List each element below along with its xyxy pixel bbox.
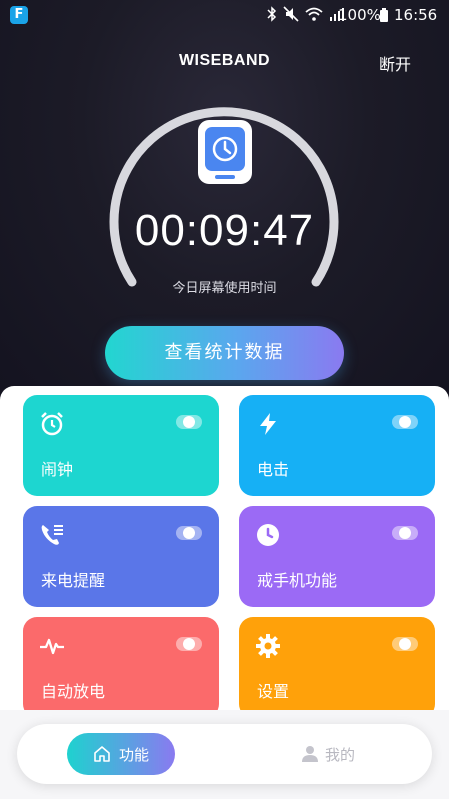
pulse-icon [40,638,64,655]
feature-label: 来电提醒 [41,571,106,590]
feature-label: 戒手机功能 [257,571,338,590]
alarm-clock-icon [41,412,63,436]
lightning-icon [260,413,276,435]
clock-icon [257,524,279,546]
toggle-switch[interactable] [176,526,202,540]
feature-card-shock[interactable]: 电击 [239,395,435,496]
toggle-switch[interactable] [392,526,418,540]
screen-time-label: 今日屏幕使用时间 [172,281,277,296]
home-icon [94,746,110,762]
feature-card-settings[interactable]: 设置 [239,617,435,718]
tab-features[interactable]: 功能 [67,733,175,775]
feature-label: 自动放电 [41,682,106,701]
tab-mine[interactable]: 我的 [297,733,407,775]
person-icon [302,746,318,762]
gear-icon [256,634,280,658]
feature-label: 闹钟 [41,460,74,479]
screen-time-value: 00:09:47 [134,206,315,255]
feature-label: 设置 [257,682,290,701]
toggle-switch[interactable] [392,637,418,651]
tab-label: 我的 [325,746,356,764]
view-stats-button[interactable]: 查看统计数据 [105,326,344,380]
feature-card-alarm[interactable]: 闹钟 [23,395,219,496]
toggle-switch[interactable] [392,415,418,429]
feature-label: 电击 [257,460,290,479]
feature-card-phone-quit[interactable]: 戒手机功能 [239,506,435,607]
watch-icon [198,120,252,184]
toggle-switch[interactable] [176,637,202,651]
feature-card-auto-discharge[interactable]: 自动放电 [23,617,219,718]
feature-card-call-reminder[interactable]: 来电提醒 [23,506,219,607]
phone-list-icon [41,525,63,545]
tab-label: 功能 [119,746,150,764]
tab-bar: 功能 我的 [17,724,432,784]
toggle-switch[interactable] [176,415,202,429]
